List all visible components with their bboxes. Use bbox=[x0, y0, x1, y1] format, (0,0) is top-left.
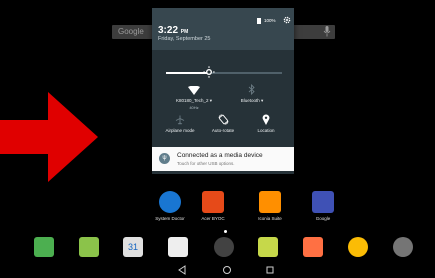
battery-percent: 100% bbox=[264, 18, 276, 23]
app-label: Iconia Suite bbox=[258, 216, 282, 221]
settings-app-icon[interactable] bbox=[393, 237, 413, 257]
clock-ampm: PM bbox=[180, 29, 189, 35]
app-label: System Doctor bbox=[155, 216, 185, 221]
google-folder-icon bbox=[312, 191, 334, 213]
camera-icon[interactable] bbox=[303, 237, 323, 257]
battery-icon bbox=[257, 18, 261, 24]
home-icon[interactable] bbox=[221, 264, 233, 276]
location-label: Location bbox=[257, 128, 275, 133]
usb-notification-subtitle: Touch for other USB options. bbox=[177, 161, 235, 166]
gmail-icon[interactable] bbox=[168, 237, 188, 257]
app-acer-byoc[interactable]: Acer BYOC bbox=[193, 191, 233, 221]
annotation-arrow bbox=[0, 92, 98, 182]
app-system-doctor[interactable]: System Doctor bbox=[150, 191, 190, 221]
clock-time: 3:22 bbox=[158, 25, 179, 36]
brightness-slider[interactable] bbox=[166, 72, 282, 74]
app-drawer-icon[interactable] bbox=[214, 237, 234, 257]
airplane-icon bbox=[175, 115, 185, 125]
usb-notification[interactable]: ψ Connected as a media device Touch for … bbox=[152, 147, 294, 171]
gallery-icon[interactable] bbox=[258, 237, 278, 257]
maps-icon[interactable] bbox=[34, 237, 54, 257]
usb-icon: ψ bbox=[159, 153, 170, 164]
bluetooth-label: Bluetooth ▾ bbox=[240, 98, 264, 103]
chrome-icon[interactable] bbox=[348, 237, 368, 257]
mic-icon[interactable] bbox=[323, 26, 331, 37]
date-label[interactable]: Friday, September 25 bbox=[158, 36, 210, 42]
clock[interactable]: 3:22 PM bbox=[158, 25, 188, 36]
calendar-icon[interactable]: 31 bbox=[123, 237, 143, 257]
recents-icon[interactable] bbox=[264, 264, 276, 276]
play-store-icon[interactable] bbox=[79, 237, 99, 257]
back-icon[interactable] bbox=[176, 264, 188, 276]
wifi-band: 40Hz bbox=[189, 105, 199, 110]
usb-notification-title: Connected as a media device bbox=[177, 152, 263, 159]
tile-location[interactable]: Location bbox=[238, 114, 294, 133]
app-label: Google bbox=[315, 216, 331, 221]
autorotate-icon bbox=[218, 114, 228, 125]
app-iconia-suite[interactable]: Iconia Suite bbox=[250, 191, 290, 221]
navigation-bar bbox=[0, 262, 435, 278]
app-label: Acer BYOC bbox=[201, 216, 225, 221]
system-doctor-icon bbox=[159, 191, 181, 213]
bluetooth-icon bbox=[248, 84, 255, 95]
gear-icon[interactable] bbox=[283, 16, 291, 24]
wifi-icon bbox=[188, 86, 200, 95]
wifi-ssid: K80180_Tech_2 ▾ bbox=[175, 98, 213, 103]
brightness-icon[interactable] bbox=[203, 66, 215, 78]
tile-wifi[interactable]: K80180_Tech_2 ▾ 40Hz bbox=[166, 86, 222, 110]
page-indicator bbox=[224, 230, 227, 233]
shade-header: 3:22 PM Friday, September 25 100% bbox=[152, 8, 294, 50]
iconia-suite-icon bbox=[259, 191, 281, 213]
app-google-folder[interactable]: Google bbox=[303, 191, 343, 221]
search-bar-label: Google bbox=[118, 27, 144, 36]
location-pin-icon bbox=[262, 114, 270, 125]
tile-bluetooth[interactable]: Bluetooth ▾ bbox=[224, 84, 280, 104]
acer-byoc-icon bbox=[202, 191, 224, 213]
